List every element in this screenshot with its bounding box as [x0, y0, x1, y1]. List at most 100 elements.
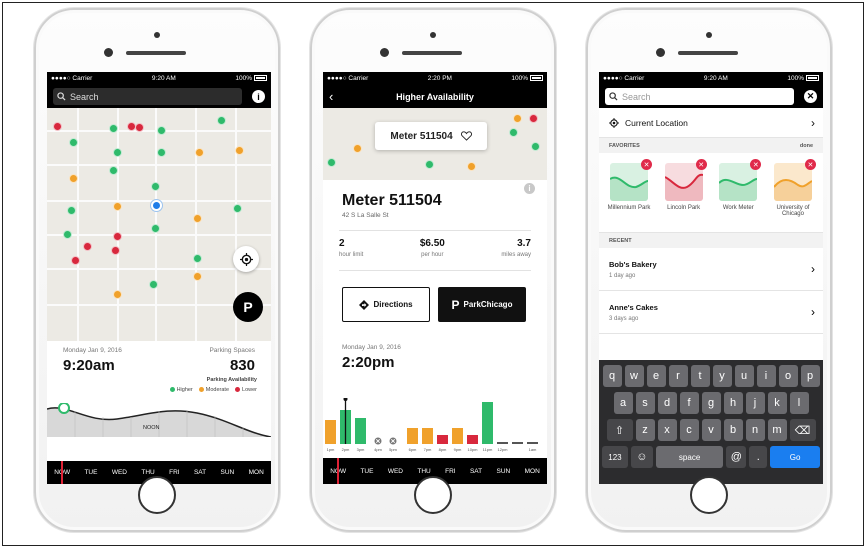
parking-pin[interactable]: [109, 124, 118, 133]
parking-pin[interactable]: [83, 242, 92, 251]
home-button[interactable]: [690, 476, 728, 514]
info-icon[interactable]: i: [524, 183, 535, 194]
clear-search-button[interactable]: ✕: [804, 90, 817, 103]
parking-pin[interactable]: [111, 246, 120, 255]
parking-pin[interactable]: [157, 126, 166, 135]
map-view[interactable]: P: [47, 108, 271, 341]
day-sat[interactable]: SAT: [470, 468, 482, 475]
key-v[interactable]: v: [701, 419, 721, 441]
key-j[interactable]: j: [745, 392, 765, 414]
key-z[interactable]: z: [635, 419, 655, 441]
key-i[interactable]: i: [756, 365, 776, 387]
parking-pin[interactable]: [69, 174, 78, 183]
info-button[interactable]: i: [252, 90, 265, 103]
parking-pin[interactable]: [353, 144, 362, 153]
directions-button[interactable]: Directions: [342, 287, 430, 322]
space-key[interactable]: space: [655, 446, 724, 468]
key-p[interactable]: p: [800, 365, 820, 387]
at-key[interactable]: @: [726, 446, 747, 468]
parking-pin[interactable]: [63, 230, 72, 239]
parking-pin[interactable]: [425, 160, 434, 169]
parking-pin[interactable]: [67, 206, 76, 215]
favorite-item[interactable]: ✕ Millennium Park: [603, 159, 655, 232]
parking-pin[interactable]: [135, 123, 144, 132]
parking-pin[interactable]: [157, 148, 166, 157]
hourly-availability-chart[interactable]: 1pm 2pm 3pm 4pm 5pm 6pm 7pm 8pm 9pm 10pm 11pm…: [323, 398, 547, 458]
delete-key-icon[interactable]: ⌫: [789, 419, 816, 441]
done-button[interactable]: done: [800, 143, 813, 149]
parking-pin[interactable]: [529, 114, 538, 123]
favorite-item[interactable]: ✕ Lincoln Park: [658, 159, 710, 232]
locate-me-button[interactable]: [233, 246, 259, 272]
favorite-item[interactable]: ✕ University of Chicago: [767, 159, 819, 232]
home-button[interactable]: [414, 476, 452, 514]
day-tue[interactable]: TUE: [360, 468, 373, 475]
numbers-key[interactable]: 123: [602, 446, 628, 468]
current-location-row[interactable]: Current Location ›: [599, 108, 823, 138]
day-thu[interactable]: THU: [417, 468, 430, 475]
recent-item[interactable]: Anne's Cakes 3 days ago ›: [599, 291, 823, 334]
favorite-item[interactable]: ✕ Work Meter: [712, 159, 764, 232]
search-input[interactable]: Search: [605, 88, 794, 105]
day-sat[interactable]: SAT: [194, 469, 206, 476]
parking-pin[interactable]: [509, 128, 518, 137]
key-d[interactable]: d: [657, 392, 677, 414]
parking-pin[interactable]: [109, 166, 118, 175]
parking-pin[interactable]: [151, 224, 160, 233]
key-o[interactable]: o: [778, 365, 798, 387]
parking-pin[interactable]: [151, 182, 160, 191]
parking-pin[interactable]: [217, 116, 226, 125]
day-fri[interactable]: FRI: [169, 469, 179, 476]
parking-pin[interactable]: [53, 122, 62, 131]
key-h[interactable]: h: [723, 392, 743, 414]
day-wed[interactable]: WED: [388, 468, 403, 475]
back-button[interactable]: ‹: [329, 89, 333, 104]
day-sun[interactable]: SUN: [497, 468, 511, 475]
meter-callout[interactable]: Meter 511504: [375, 122, 487, 150]
parking-pin[interactable]: [71, 256, 80, 265]
go-key[interactable]: Go: [770, 446, 820, 468]
day-sun[interactable]: SUN: [221, 469, 235, 476]
remove-favorite-icon[interactable]: ✕: [695, 159, 707, 170]
parking-pin[interactable]: [195, 148, 204, 157]
key-t[interactable]: t: [690, 365, 710, 387]
day-thu[interactable]: THU: [141, 469, 154, 476]
key-u[interactable]: u: [734, 365, 754, 387]
key-x[interactable]: x: [657, 419, 677, 441]
parking-pin[interactable]: [193, 214, 202, 223]
parking-pin[interactable]: [193, 254, 202, 263]
parking-pin[interactable]: [149, 280, 158, 289]
dot-key[interactable]: .: [749, 446, 768, 468]
parking-pin[interactable]: [113, 232, 122, 241]
emoji-key-icon[interactable]: ☺: [630, 446, 653, 468]
search-input[interactable]: Search: [53, 88, 242, 105]
remove-favorite-icon[interactable]: ✕: [641, 159, 652, 170]
heart-icon[interactable]: [460, 131, 472, 141]
parkchicago-button[interactable]: P: [233, 292, 263, 322]
key-r[interactable]: r: [668, 365, 688, 387]
parking-pin[interactable]: [193, 272, 202, 281]
key-a[interactable]: a: [613, 392, 633, 414]
key-s[interactable]: s: [635, 392, 655, 414]
parking-pin[interactable]: [113, 290, 122, 299]
key-f[interactable]: f: [679, 392, 699, 414]
key-k[interactable]: k: [767, 392, 787, 414]
key-l[interactable]: l: [789, 392, 809, 414]
key-m[interactable]: m: [767, 419, 787, 441]
day-mon[interactable]: MON: [525, 468, 540, 475]
meter-map[interactable]: Meter 511504: [323, 108, 547, 180]
home-button[interactable]: [138, 476, 176, 514]
chart-scrubber[interactable]: [58, 403, 70, 414]
key-c[interactable]: c: [679, 419, 699, 441]
parking-pin[interactable]: [113, 202, 122, 211]
chart-scrubber[interactable]: [343, 398, 348, 401]
day-fri[interactable]: FRI: [445, 468, 455, 475]
day-wed[interactable]: WED: [112, 469, 127, 476]
key-q[interactable]: q: [602, 365, 622, 387]
parking-pin[interactable]: [235, 146, 244, 155]
recent-item[interactable]: Bob's Bakery 1 day ago ›: [599, 248, 823, 291]
parking-pin[interactable]: [467, 162, 476, 171]
key-g[interactable]: g: [701, 392, 721, 414]
availability-wave-chart[interactable]: [47, 403, 271, 437]
parking-pin[interactable]: [113, 148, 122, 157]
